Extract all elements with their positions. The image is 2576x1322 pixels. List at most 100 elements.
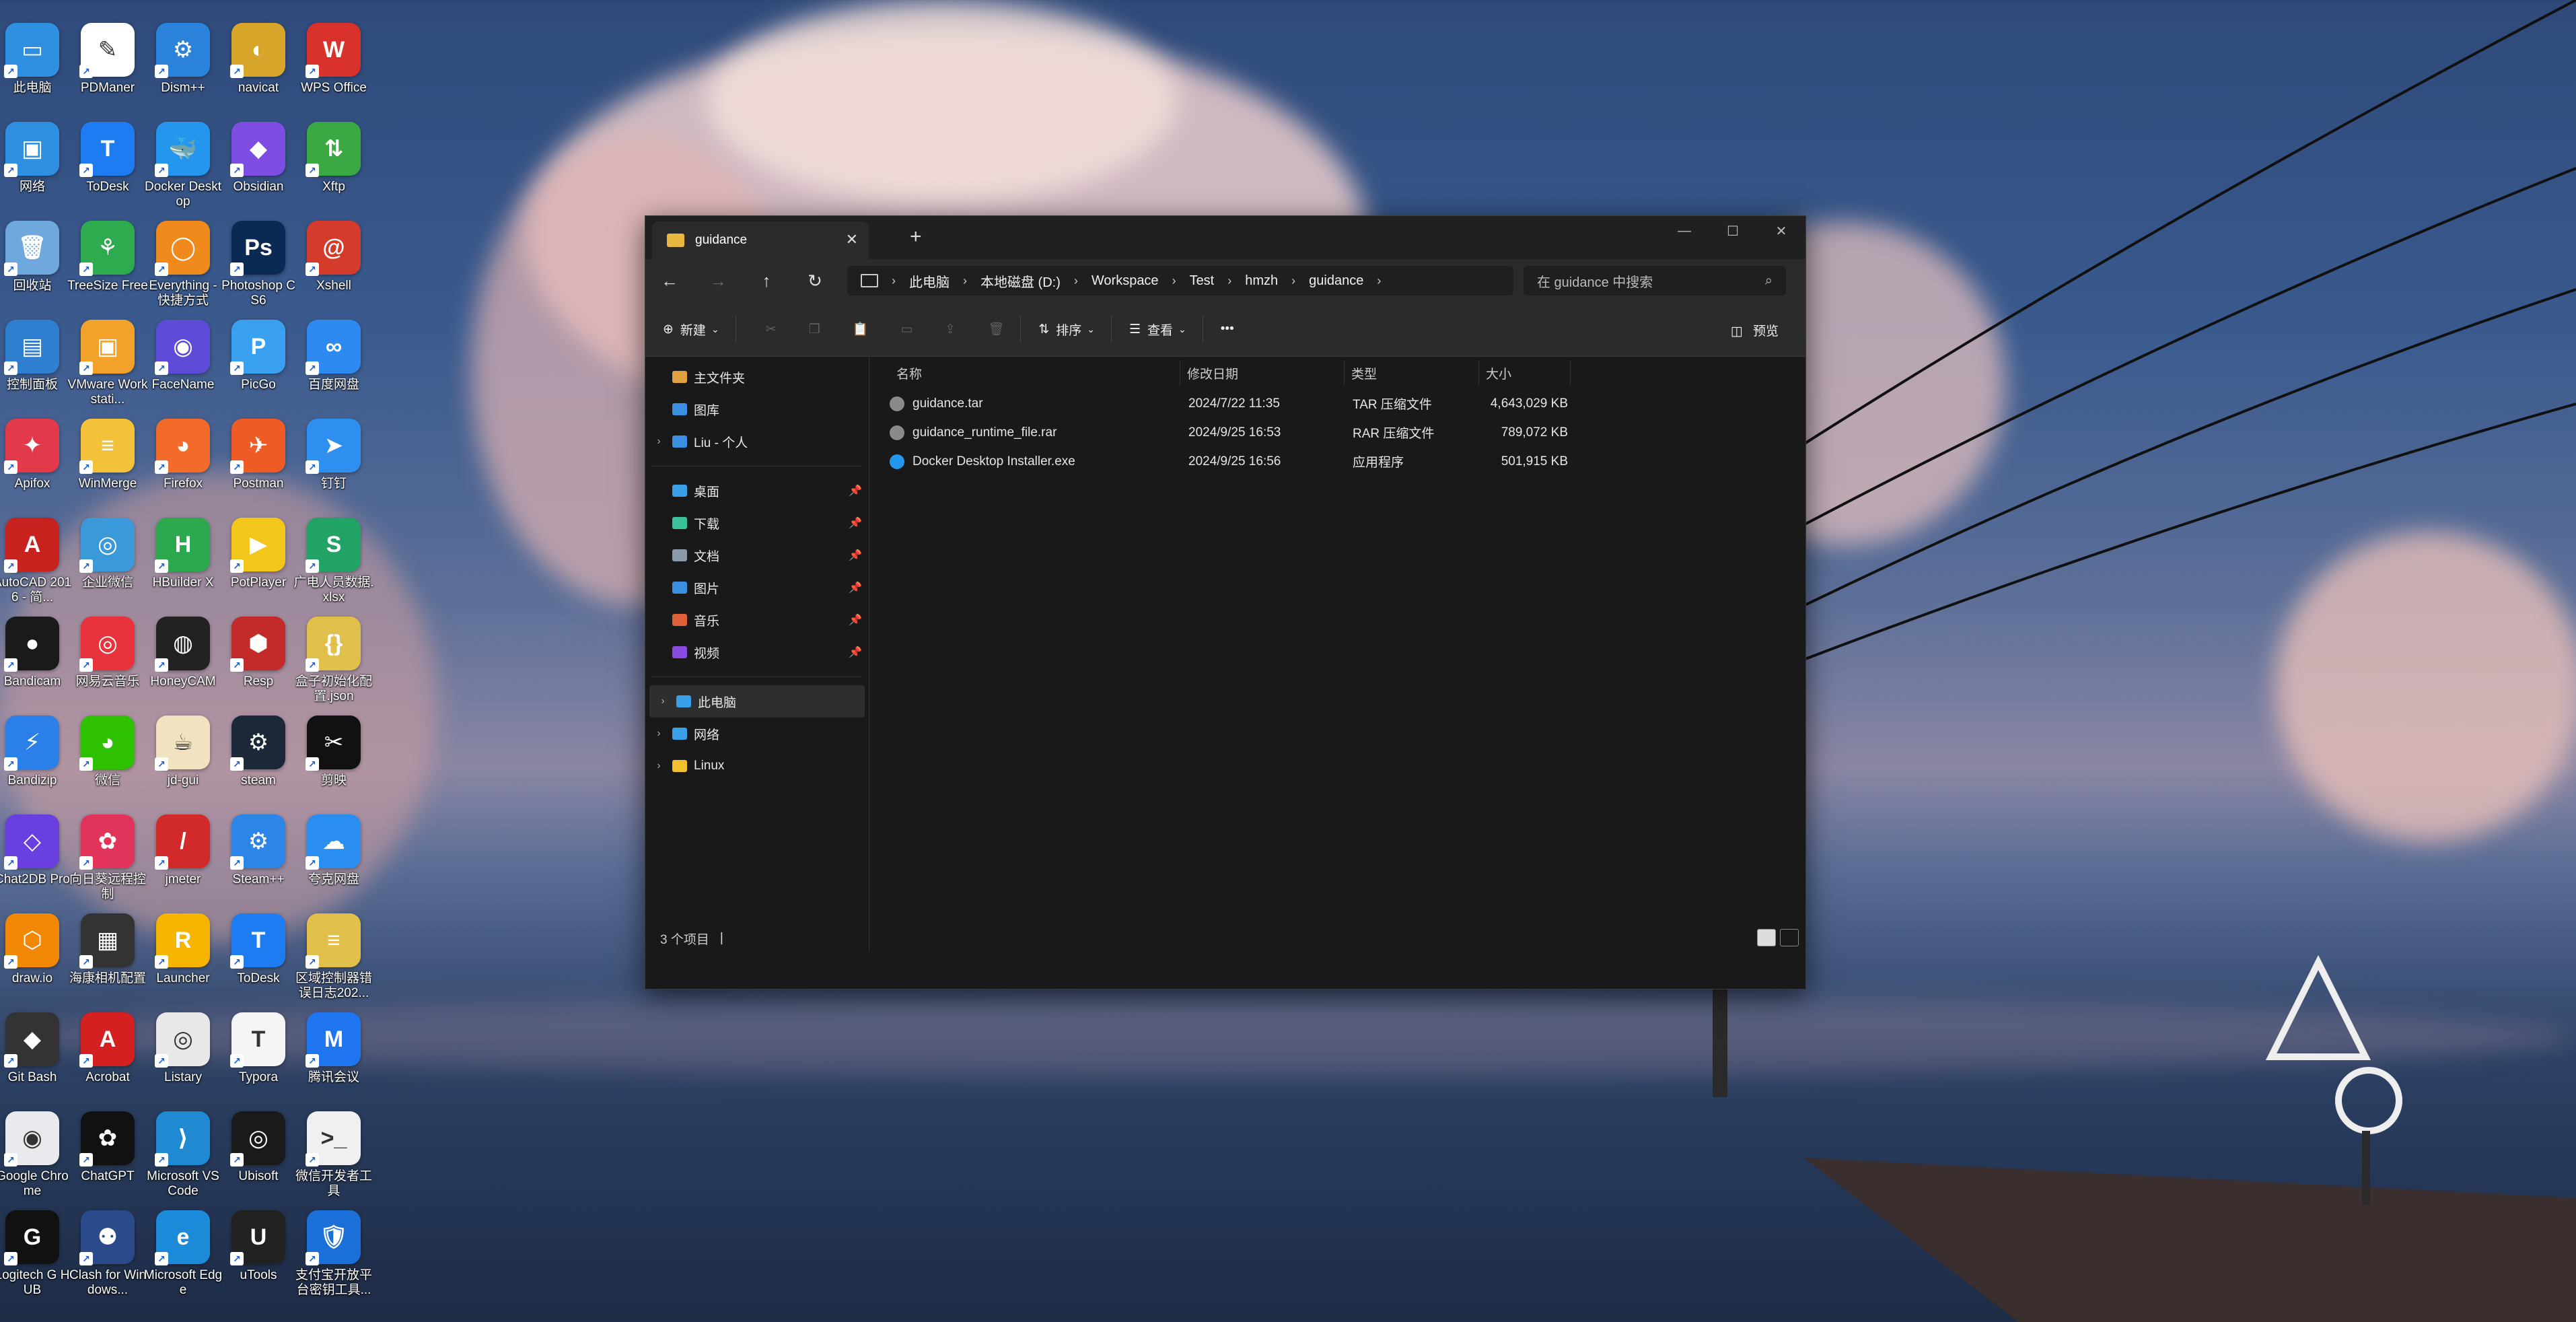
desktop-icon[interactable]: ⚙ ↗ Steam++ — [218, 814, 299, 887]
desktop-icon[interactable]: H ↗ HBuilder X — [143, 518, 223, 590]
tab-guidance[interactable]: guidance ✕ — [652, 221, 869, 259]
desktop-icon[interactable]: @ ↗ Xshell — [293, 221, 374, 293]
sidebar-item[interactable]: › 此电脑 — [649, 685, 865, 718]
more-options-button[interactable]: ••• — [1221, 322, 1234, 337]
breadcrumb-guidance[interactable]: guidance — [1309, 273, 1363, 289]
desktop-icon[interactable]: ⚉ ↗ Clash for Windows... — [67, 1210, 148, 1298]
desktop-icon[interactable]: ✎ ↗ PDManer — [67, 23, 148, 96]
column-modified[interactable]: 修改日期 — [1180, 360, 1345, 386]
sidebar-item[interactable]: › Liu - 个人 — [645, 425, 869, 458]
desktop-icon[interactable]: ⚘ ↗ TreeSize Free — [67, 221, 148, 293]
desktop-icon[interactable]: {} ↗ 盒子初始化配置.json — [293, 617, 374, 704]
search-box[interactable]: 在 guidance 中搜索 ⌕ — [1524, 266, 1786, 295]
desktop-icon[interactable]: S ↗ 广电人员数据.xlsx — [293, 518, 374, 605]
desktop-icon[interactable]: ◎ ↗ Ubisoft — [218, 1111, 299, 1184]
desktop-icon[interactable]: ✈ ↗ Postman — [218, 419, 299, 491]
sidebar-item[interactable]: 视频 📌 — [645, 636, 869, 668]
desktop-icon[interactable]: ◉ ↗ FaceName — [143, 320, 223, 392]
back-button[interactable]: ← — [645, 271, 694, 291]
new-tab-button[interactable]: + — [910, 225, 922, 248]
desktop-icon[interactable]: G ↗ Logitech G HUB — [0, 1210, 73, 1298]
desktop-icon[interactable]: 🗑 ↗ 回收站 — [0, 221, 73, 293]
desktop-icon[interactable]: ≡ ↗ WinMerge — [67, 419, 148, 491]
desktop-icon[interactable]: ⚙ ↗ Dism++ — [143, 23, 223, 96]
desktop-icon[interactable]: ◕ ↗ Firefox — [143, 419, 223, 491]
details-view-button[interactable] — [1757, 929, 1776, 946]
desktop-icon[interactable]: 🛡 ↗ 支付宝开放平台密钥工具... — [293, 1210, 374, 1298]
desktop-icon[interactable]: ∞ ↗ 百度网盘 — [293, 320, 374, 392]
desktop-icon[interactable]: ◐ ↗ navicat — [218, 23, 299, 96]
desktop-icon[interactable]: R ↗ Launcher — [143, 913, 223, 986]
sort-button[interactable]: ⇅ 排序 ⌄ — [1038, 320, 1095, 339]
desktop-icon[interactable]: ◇ ↗ Chat2DB Pro — [0, 814, 73, 887]
share-button[interactable]: ⇪ — [945, 322, 956, 337]
desktop-icon[interactable]: ☁ ↗ 夸克网盘 — [293, 814, 374, 887]
desktop-icon[interactable]: ⬢ ↗ Resp — [218, 617, 299, 689]
rename-button[interactable]: ▭ — [900, 322, 913, 337]
desktop-icon[interactable]: ◕ ↗ 微信 — [67, 716, 148, 788]
desktop-icon[interactable]: 🐳 ↗ Docker Desktop — [143, 122, 223, 209]
forward-button[interactable]: → — [694, 271, 742, 291]
sidebar-item[interactable]: › Linux — [645, 750, 869, 782]
desktop-icon[interactable]: ⟩ ↗ Microsoft VS Code — [143, 1111, 223, 1199]
desktop-icon[interactable]: U ↗ uTools — [218, 1210, 299, 1283]
file-row[interactable]: guidance_runtime_file.rar 2024/9/25 16:53… — [869, 418, 1805, 447]
column-size[interactable]: 大小 — [1479, 360, 1571, 386]
desktop-icon[interactable]: ◍ ↗ HoneyCAM — [143, 617, 223, 689]
breadcrumb-local-disk[interactable]: 本地磁盘 (D:) — [980, 271, 1061, 291]
desktop-icon[interactable]: e ↗ Microsoft Edge — [143, 1210, 223, 1298]
paste-button[interactable]: 📋 — [853, 321, 869, 337]
desktop-icon[interactable]: ▭ ↗ 此电脑 — [0, 23, 73, 96]
desktop-icon[interactable]: ▣ ↗ VMware Workstati... — [67, 320, 148, 407]
cut-button[interactable]: ✂ — [766, 322, 777, 337]
desktop-icon[interactable]: T ↗ ToDesk — [67, 122, 148, 195]
sidebar-item[interactable]: 音乐 📌 — [645, 604, 869, 636]
desktop-icon[interactable]: ◉ ↗ Google Chrome — [0, 1111, 73, 1199]
new-button[interactable]: ⊕ 新建 ⌄ — [663, 320, 719, 339]
breadcrumb-test[interactable]: Test — [1190, 273, 1215, 289]
chevron-right-icon[interactable]: › — [649, 695, 676, 707]
close-button[interactable]: ✕ — [1757, 216, 1805, 246]
desktop-icon[interactable]: ▣ ↗ 网络 — [0, 122, 73, 195]
sidebar-item[interactable]: 图库 — [645, 393, 869, 425]
desktop-icon[interactable]: P ↗ PicGo — [218, 320, 299, 392]
desktop-icon[interactable]: T ↗ Typora — [218, 1012, 299, 1085]
desktop-icon[interactable]: ≡ ↗ 区域控制器错误日志202... — [293, 913, 374, 1001]
desktop-icon[interactable]: ▶ ↗ PotPlayer — [218, 518, 299, 590]
sidebar-item[interactable]: 下载 📌 — [645, 507, 869, 539]
address-bar[interactable]: › 此电脑 › 本地磁盘 (D:) › Workspace › Test › h… — [847, 266, 1513, 295]
chevron-right-icon[interactable]: › — [645, 728, 672, 740]
desktop-icon[interactable]: ◆ ↗ Git Bash — [0, 1012, 73, 1085]
desktop-icon[interactable]: ⬡ ↗ draw.io — [0, 913, 73, 986]
desktop-icon[interactable]: ▦ ↗ 海康相机配置 — [67, 913, 148, 986]
desktop-icon[interactable]: ✿ ↗ 向日葵远程控制 — [67, 814, 148, 902]
file-row[interactable]: guidance.tar 2024/7/22 11:35 TAR 压缩文件 4,643… — [869, 389, 1805, 418]
desktop-icon[interactable]: ▤ ↗ 控制面板 — [0, 320, 73, 392]
sidebar-item[interactable]: 桌面 📌 — [645, 475, 869, 507]
column-type[interactable]: 类型 — [1345, 360, 1479, 386]
desktop-icon[interactable]: ⚙ ↗ steam — [218, 716, 299, 788]
desktop-icon[interactable]: A ↗ AutoCAD 2016 - 简... — [0, 518, 73, 605]
desktop-icon[interactable]: Ps ↗ Photoshop CS6 — [218, 221, 299, 308]
view-button[interactable]: ☰ 查看 ⌄ — [1129, 320, 1186, 339]
up-button[interactable]: ↑ — [742, 271, 791, 291]
file-row[interactable]: Docker Desktop Installer.exe 2024/9/25 16… — [869, 447, 1805, 476]
desktop-icon[interactable]: >_ ↗ 微信开发者工具 — [293, 1111, 374, 1199]
desktop-icon[interactable]: ◆ ↗ Obsidian — [218, 122, 299, 195]
desktop-icon[interactable]: ◯ ↗ Everything - 快捷方式 — [143, 221, 223, 308]
sidebar-item[interactable]: 文档 📌 — [645, 539, 869, 571]
breadcrumb-workspace[interactable]: Workspace — [1092, 273, 1159, 289]
chevron-right-icon[interactable]: › — [645, 436, 672, 448]
tab-close-button[interactable]: ✕ — [846, 231, 858, 248]
desktop-icon[interactable]: A ↗ Acrobat — [67, 1012, 148, 1085]
desktop-icon[interactable]: ⚡ ↗ Bandizip — [0, 716, 73, 788]
refresh-button[interactable]: ↻ — [791, 271, 839, 291]
desktop-icon[interactable]: ✦ ↗ Apifox — [0, 419, 73, 491]
preview-pane-button[interactable]: ◫ 预览 — [1731, 321, 1779, 339]
copy-button[interactable]: ❐ — [809, 322, 820, 337]
desktop-icon[interactable]: / ↗ jmeter — [143, 814, 223, 887]
desktop-icon[interactable]: ✿ ↗ ChatGPT — [67, 1111, 148, 1184]
sidebar-item[interactable]: › 网络 — [645, 718, 869, 750]
desktop-icon[interactable]: ● ↗ Bandicam — [0, 617, 73, 689]
minimize-button[interactable]: — — [1660, 216, 1709, 246]
